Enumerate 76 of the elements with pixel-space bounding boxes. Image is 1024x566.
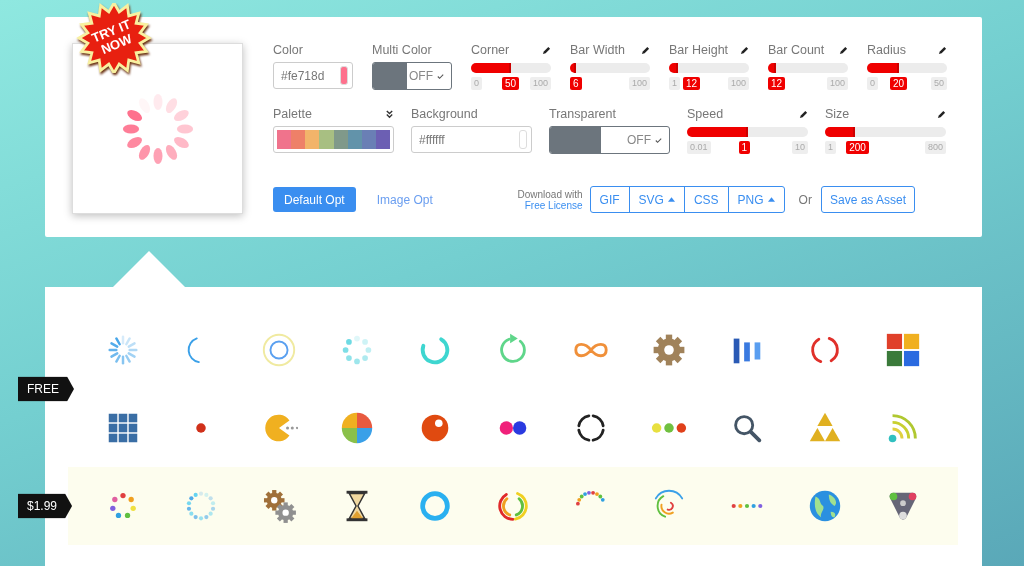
slider-value: 20 <box>890 77 908 90</box>
control-label: Multi Color <box>372 43 432 57</box>
slider-handle[interactable] <box>825 127 856 137</box>
download-format-button[interactable]: PNG <box>727 186 785 213</box>
slider-max: 800 <box>924 141 946 154</box>
slider-value: 12 <box>683 77 701 90</box>
check-icon <box>654 135 663 145</box>
pencil-icon[interactable] <box>839 45 848 55</box>
slider-track[interactable] <box>471 63 551 73</box>
slider-track[interactable] <box>669 63 749 73</box>
option-tab[interactable]: Image Opt <box>365 187 444 212</box>
color-swatch[interactable] <box>519 130 527 149</box>
squares-icon[interactable] <box>884 331 922 369</box>
slider-handle[interactable] <box>687 127 748 137</box>
palette-picker[interactable] <box>273 126 394 153</box>
slider-value: 1 <box>738 141 751 154</box>
control-label: Color <box>273 43 303 57</box>
slider-track[interactable] <box>768 63 848 73</box>
toggle-switch[interactable]: OFF <box>549 126 670 154</box>
download-format-button[interactable]: GIF <box>589 186 630 213</box>
slider-max: 10 <box>792 141 808 154</box>
check-icon <box>436 71 445 81</box>
slider-min: 0.01 <box>687 141 711 154</box>
slider-handle[interactable] <box>768 63 776 73</box>
slider-max: 100 <box>727 77 749 90</box>
control-label: Speed <box>687 107 724 121</box>
slider-min: 1 <box>825 141 836 154</box>
slider-value: 200 <box>846 141 869 154</box>
price-tag: $1.99 <box>18 493 73 519</box>
caret-icon <box>667 197 675 202</box>
toggle-switch[interactable]: OFF <box>372 62 452 90</box>
control-label: Bar Count <box>768 43 825 57</box>
color-field[interactable]: #ffffff <box>411 126 532 153</box>
license-link[interactable]: Free License <box>524 199 583 211</box>
double-chevron-icon[interactable] <box>385 109 394 119</box>
color-swatch[interactable] <box>340 66 348 85</box>
download-caption: Download with <box>517 188 583 200</box>
control-label: Size <box>825 107 850 121</box>
or-text: Or <box>798 192 812 207</box>
slider-track[interactable] <box>687 127 808 137</box>
caret-icon <box>767 197 775 202</box>
download-format-button[interactable]: CSS <box>683 186 729 213</box>
slider-max: 100 <box>826 77 848 90</box>
control-label: Transparent <box>549 107 616 121</box>
slider-handle[interactable] <box>867 63 899 73</box>
slider-handle[interactable] <box>669 63 678 73</box>
pencil-icon[interactable] <box>641 45 650 55</box>
price-tag: FREE <box>18 376 74 402</box>
control-label: Background <box>411 107 478 121</box>
control-label: Bar Height <box>669 43 729 57</box>
control-label: Radius <box>867 43 906 57</box>
slider-track[interactable] <box>570 63 650 73</box>
slider-value: 12 <box>768 77 786 90</box>
pencil-icon[interactable] <box>937 109 946 119</box>
control-label: Bar Width <box>570 43 625 57</box>
slider-track[interactable] <box>867 63 947 73</box>
option-tab[interactable]: Default Opt <box>273 187 356 212</box>
slider-handle[interactable] <box>570 63 576 73</box>
control-label: Palette <box>273 107 312 121</box>
pencil-icon[interactable] <box>542 45 551 55</box>
color-field[interactable]: #fe718d <box>273 62 353 89</box>
slider-max: 100 <box>529 77 551 90</box>
ring-icon[interactable] <box>260 331 298 369</box>
pencil-icon[interactable] <box>799 109 808 119</box>
slider-min: 1 <box>669 77 680 90</box>
slider-max: 100 <box>628 77 650 90</box>
save-as-asset-button[interactable]: Save as Asset <box>820 186 915 213</box>
slider-handle[interactable] <box>471 63 511 73</box>
slider-value: 50 <box>502 77 520 90</box>
pencil-icon[interactable] <box>740 45 749 55</box>
pencil-icon[interactable] <box>938 45 947 55</box>
slider-value: 6 <box>570 77 582 90</box>
download-format-button[interactable]: SVG <box>628 186 685 213</box>
control-label: Corner <box>471 43 510 57</box>
slider-track[interactable] <box>825 127 946 137</box>
slider-max: 50 <box>931 77 947 90</box>
